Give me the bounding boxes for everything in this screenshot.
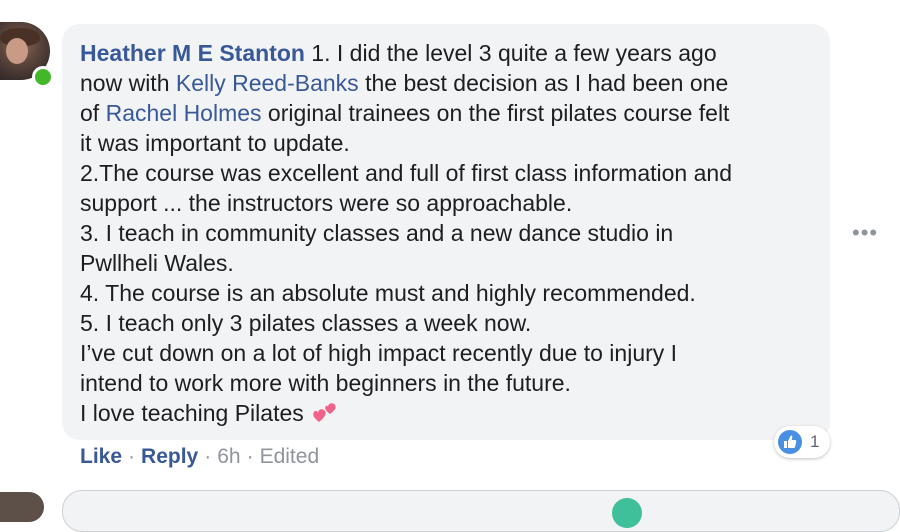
comment-text-fragment: now with <box>80 70 176 96</box>
like-button[interactable]: Like <box>80 445 122 468</box>
comment-line: support ... the instructors were so appr… <box>80 190 573 216</box>
comment-line: of Rachel Holmes original trainees on th… <box>80 98 820 128</box>
comment-text-fragment: original trainees on the first pilates c… <box>261 100 730 126</box>
comment-line: I’ve cut down on a lot of high impact re… <box>80 340 678 366</box>
comment-line: Heather M E Stanton 1. I did the level 3… <box>80 38 820 68</box>
comment-line: intend to work more with beginners in th… <box>80 370 571 396</box>
like-reaction-icon <box>778 430 802 454</box>
comment-text-fragment: I love teaching Pilates <box>80 400 311 426</box>
comment-body: Heather M E Stanton 1. I did the level 3… <box>80 38 820 428</box>
comment-line: 2.The course was excellent and full of f… <box>80 160 732 186</box>
comment-line: now with Kelly Reed-Banks the best decis… <box>80 68 820 98</box>
comment-line: Pwllheli Wales. <box>80 250 234 276</box>
comment-line: 3. I teach in community classes and a ne… <box>80 220 674 246</box>
comment-line: I love teaching Pilates <box>80 398 820 428</box>
comment-actions: Like · Reply · 6h · Edited <box>80 444 319 470</box>
reaction-count: 1 <box>810 432 820 451</box>
comment-text-fragment: of <box>80 100 106 126</box>
author-name-link[interactable]: Heather M E Stanton <box>80 40 305 66</box>
reaction-summary[interactable]: 1 <box>774 426 830 458</box>
reply-emoji-icon[interactable] <box>612 498 642 528</box>
mention-link-rachel[interactable]: Rachel Holmes <box>106 100 262 126</box>
comment-line: 4. The course is an absolute must and hi… <box>80 280 696 306</box>
mention-link-kelly[interactable]: Kelly Reed-Banks <box>176 70 359 96</box>
two-hearts-icon <box>312 401 338 425</box>
comment-text-fragment: the best decision as I had been one <box>358 70 729 96</box>
separator-dot: · <box>128 445 136 468</box>
online-status-dot <box>32 66 54 88</box>
comment-line: it was important to update. <box>80 130 350 156</box>
timestamp-link[interactable]: 6h <box>217 445 240 468</box>
avatar-face <box>6 38 28 64</box>
more-options-icon[interactable]: ••• <box>852 222 878 244</box>
reply-input[interactable] <box>62 490 900 532</box>
separator-dot: · <box>246 445 254 468</box>
comment-text-fragment: 1. I did the level 3 quite a few years a… <box>304 40 717 66</box>
edited-label[interactable]: Edited <box>260 445 320 468</box>
separator-dot: · <box>204 445 212 468</box>
comment-line: 5. I teach only 3 pilates classes a week… <box>80 310 532 336</box>
reply-button[interactable]: Reply <box>141 445 198 468</box>
reply-avatar <box>0 492 44 522</box>
